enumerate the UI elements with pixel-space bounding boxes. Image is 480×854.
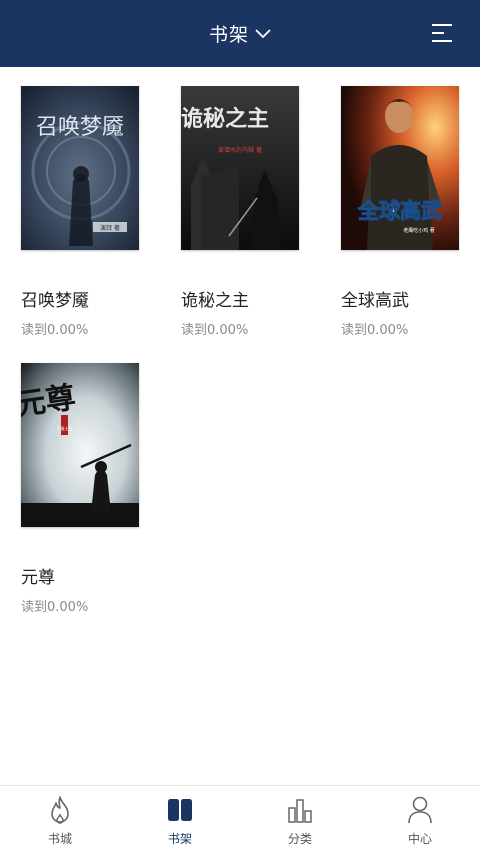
cover-title-text: 诡秘之主 bbox=[181, 106, 269, 132]
book-cover-image: 诡秘之主 爱潜水的乌贼 著 bbox=[181, 86, 299, 250]
flame-icon bbox=[51, 796, 69, 824]
book-title: 全球高武 bbox=[341, 291, 409, 311]
cover-author-text: 演拜 著 bbox=[100, 224, 120, 232]
book-progress: 读到0.00% bbox=[21, 323, 89, 338]
book-cover-image: 召唤梦魇 演拜 著 bbox=[21, 86, 139, 250]
cover-author-text: 老鹰吃小鸡 著 bbox=[403, 227, 435, 234]
tab-bookshelf[interactable]: 书架 bbox=[120, 786, 240, 854]
cover-author-text: 爱潜水的乌贼 著 bbox=[218, 146, 262, 154]
menu-icon[interactable] bbox=[430, 22, 454, 44]
book-cover-image: 全球高武 老鹰吃小鸡 著 bbox=[341, 86, 459, 250]
page-title: 书架 bbox=[208, 24, 249, 46]
tab-bookstore[interactable]: 书城 bbox=[0, 786, 120, 854]
cover-title-text: 全球高武 bbox=[357, 199, 442, 223]
tab-label: 中心 bbox=[407, 832, 432, 846]
chevron-down-icon bbox=[255, 28, 271, 38]
tab-label: 书城 bbox=[47, 832, 72, 846]
book-cover[interactable]: 诡秘之主 爱潜水的乌贼 著 bbox=[181, 86, 299, 250]
book-progress: 读到0.00% bbox=[181, 323, 249, 338]
book-cover[interactable]: 全球高武 老鹰吃小鸡 著 bbox=[341, 86, 459, 250]
book-progress: 读到0.00% bbox=[341, 323, 409, 338]
tab-category[interactable]: 分类 bbox=[240, 786, 360, 854]
bookshelf-title-dropdown[interactable]: 书架 bbox=[209, 20, 271, 47]
cover-author-text: 天蚕土豆 bbox=[57, 425, 73, 431]
book-icon bbox=[168, 799, 192, 821]
cover-title-text: 召唤梦魇 bbox=[36, 115, 124, 140]
book-cover[interactable]: 召唤梦魇 演拜 著 bbox=[21, 86, 139, 250]
tab-label: 书架 bbox=[167, 832, 192, 846]
user-icon bbox=[408, 796, 432, 824]
bar-chart-icon bbox=[288, 799, 312, 823]
tab-label: 分类 bbox=[287, 832, 312, 846]
book-title: 召唤梦魇 bbox=[21, 291, 89, 311]
top-bar: 书架 bbox=[0, 0, 480, 67]
book-progress: 读到0.00% bbox=[21, 600, 89, 615]
book-cover-image: 元尊 天蚕土豆 bbox=[21, 363, 139, 527]
book-cover[interactable]: 元尊 天蚕土豆 bbox=[21, 363, 139, 527]
bottom-tab-bar: 书城 书架 分类 中心 bbox=[0, 785, 480, 854]
book-title: 元尊 bbox=[21, 568, 55, 588]
book-title: 诡秘之主 bbox=[181, 291, 249, 311]
tab-profile[interactable]: 中心 bbox=[360, 786, 480, 854]
